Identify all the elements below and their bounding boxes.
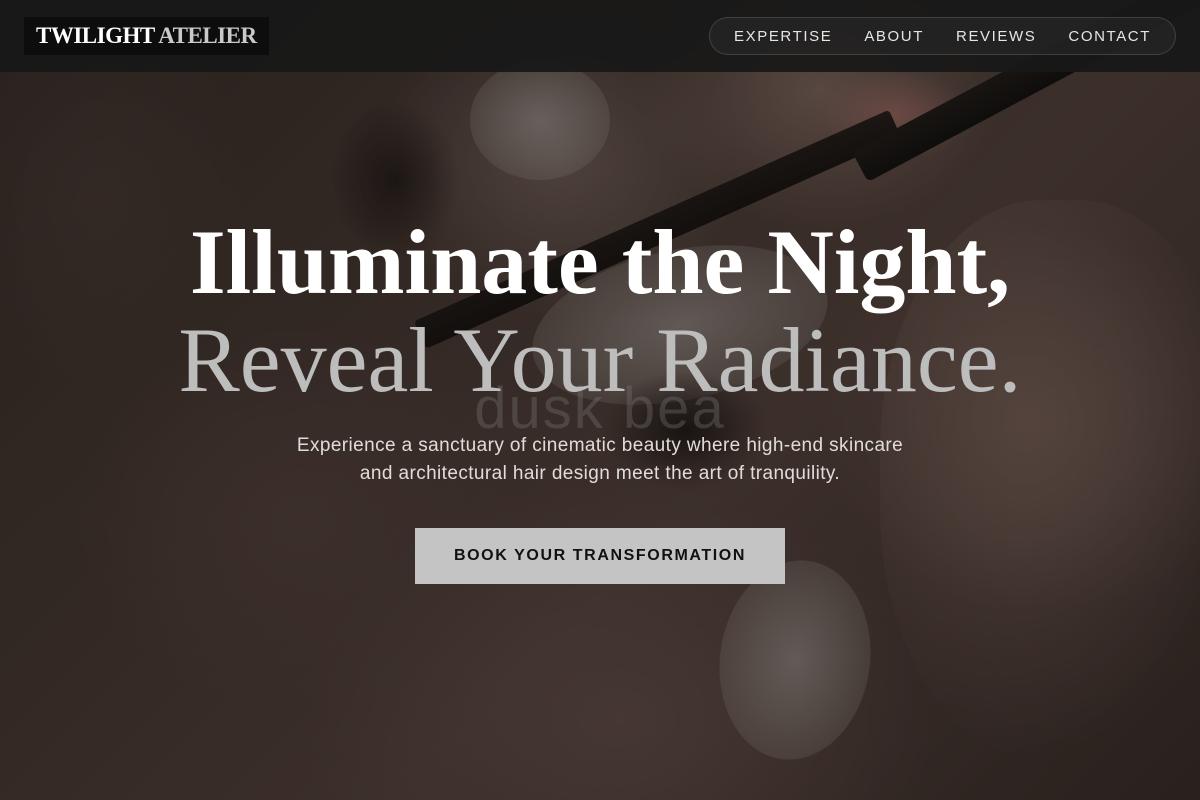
hero-content: dusk bea Illuminate the Night, Reveal Yo… (0, 0, 1200, 800)
book-transformation-button[interactable]: BOOK YOUR TRANSFORMATION (415, 528, 785, 584)
hero-subtitle: Experience a sanctuary of cinematic beau… (296, 435, 904, 484)
hero-headline-line1: Illuminate the Night, (189, 211, 1011, 313)
hero-headline-line2: Reveal Your Radiance. (178, 309, 1022, 411)
